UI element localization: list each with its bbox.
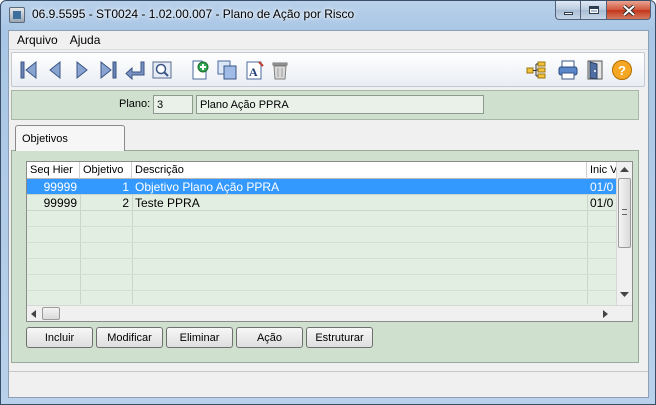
horizontal-scroll-thumb[interactable] [42,307,60,320]
status-bar [9,371,648,397]
menu-ajuda[interactable]: Ajuda [64,33,107,47]
scroll-up-icon[interactable] [620,167,629,173]
last-record-icon [100,60,117,80]
grid-header: Seq Hier Objetivo Descrição Inic Va [27,162,632,179]
cell-descricao: Objetivo Plano Ação PPRA [135,180,280,194]
zoom-search-icon [152,61,172,79]
menu-arquivo[interactable]: Arquivo [11,33,64,47]
scroll-right-icon[interactable] [603,310,609,318]
cell-inic: 01/0 [590,196,614,210]
plano-code-field[interactable]: 3 [153,95,193,114]
print-icon [558,60,578,80]
plano-description-field[interactable]: Plano Ação PPRA [196,95,484,114]
first-record-button[interactable] [17,58,41,82]
last-record-button[interactable] [96,58,120,82]
copy-icon [217,60,237,80]
empty-row [27,259,616,275]
estruturar-button[interactable]: Estruturar [306,327,373,348]
plano-panel: Plano: 3 Plano Ação PPRA [11,90,639,120]
vertical-scroll-thumb[interactable] [618,178,631,248]
empty-row [27,275,616,291]
app-icon[interactable] [9,7,25,23]
menu-bar: Arquivo Ajuda [9,31,648,50]
delete-trash-icon [272,62,288,80]
copy-button[interactable] [215,58,239,82]
new-document-icon [192,60,209,80]
print-button[interactable] [556,58,580,82]
tab-objetivos[interactable]: Objetivos [15,125,125,151]
next-record-icon [76,60,88,80]
client-area: Arquivo Ajuda A ? Plano: 3 Plano Ação PP… [8,30,649,398]
cell-objetivo: 1 [122,180,129,194]
minimize-button[interactable] [555,1,581,20]
modificar-button[interactable]: Modificar [96,327,163,348]
scroll-down-icon[interactable] [620,292,629,298]
column-header-descricao[interactable]: Descrição [132,162,587,179]
enter-icon [125,61,145,81]
previous-record-icon [49,60,61,80]
zoom-search-button[interactable] [150,58,174,82]
next-record-button[interactable] [70,58,94,82]
enter-button[interactable] [123,58,147,82]
vertical-scrollbar[interactable] [616,162,632,305]
help-icon: ? [612,60,632,80]
svg-text:A: A [249,65,258,79]
acao-button[interactable]: Ação [236,327,303,348]
objetivos-panel: Seq Hier Objetivo Descrição Inic Va 9999… [11,150,639,363]
cell-inic: 01/0 [590,180,614,194]
column-header-objetivo[interactable]: Objetivo [80,162,132,179]
cell-objetivo: 2 [122,196,129,210]
objetivos-grid[interactable]: Seq Hier Objetivo Descrição Inic Va 9999… [26,161,633,322]
toolbar: A ? [11,52,645,87]
scroll-left-icon[interactable] [31,310,37,318]
window-controls [555,1,651,21]
first-record-icon [20,60,37,80]
grid-rows: 99999 1 Objetivo Plano Ação PPRA 01/0 99… [27,179,616,291]
maximize-icon [588,6,599,14]
title-bar[interactable]: 06.9.5595 - ST0024 - 1.02.00.007 - Plano… [1,1,655,29]
maximize-button[interactable] [581,1,607,20]
help-button[interactable]: ? [610,58,634,82]
eliminar-button[interactable]: Eliminar [166,327,233,348]
empty-row [27,227,616,243]
plano-label: Plano: [119,98,151,110]
previous-record-button[interactable] [43,58,67,82]
hierarchy-tree-icon [526,61,546,79]
cell-seq-hier: 99999 [43,196,77,210]
table-row[interactable]: 99999 1 Objetivo Plano Ação PPRA 01/0 [27,179,616,195]
exit-button[interactable] [583,58,607,82]
column-header-inic[interactable]: Inic Va [587,162,616,179]
hierarchy-button[interactable] [524,58,548,82]
exit-door-icon [587,60,603,80]
empty-row [27,211,616,227]
window-title: 06.9.5595 - ST0024 - 1.02.00.007 - Plano… [32,7,355,21]
incluir-button[interactable]: Incluir [26,327,93,348]
edit-document-icon: A [246,61,264,80]
cell-seq-hier: 99999 [43,180,77,194]
new-document-button[interactable] [188,58,212,82]
close-button[interactable] [607,1,651,20]
minimize-icon [563,11,573,15]
table-row[interactable]: 99999 2 Teste PPRA 01/0 [27,195,616,211]
empty-row [27,243,616,259]
column-header-seq-hier[interactable]: Seq Hier [27,162,80,179]
delete-button[interactable] [268,58,292,82]
close-icon [622,4,635,16]
cell-descricao: Teste PPRA [135,196,200,210]
grip-icon [622,209,627,215]
horizontal-scrollbar[interactable] [27,305,632,321]
application-window: 06.9.5595 - ST0024 - 1.02.00.007 - Plano… [0,0,656,405]
svg-text:?: ? [618,63,626,78]
edit-document-button[interactable]: A [242,58,266,82]
